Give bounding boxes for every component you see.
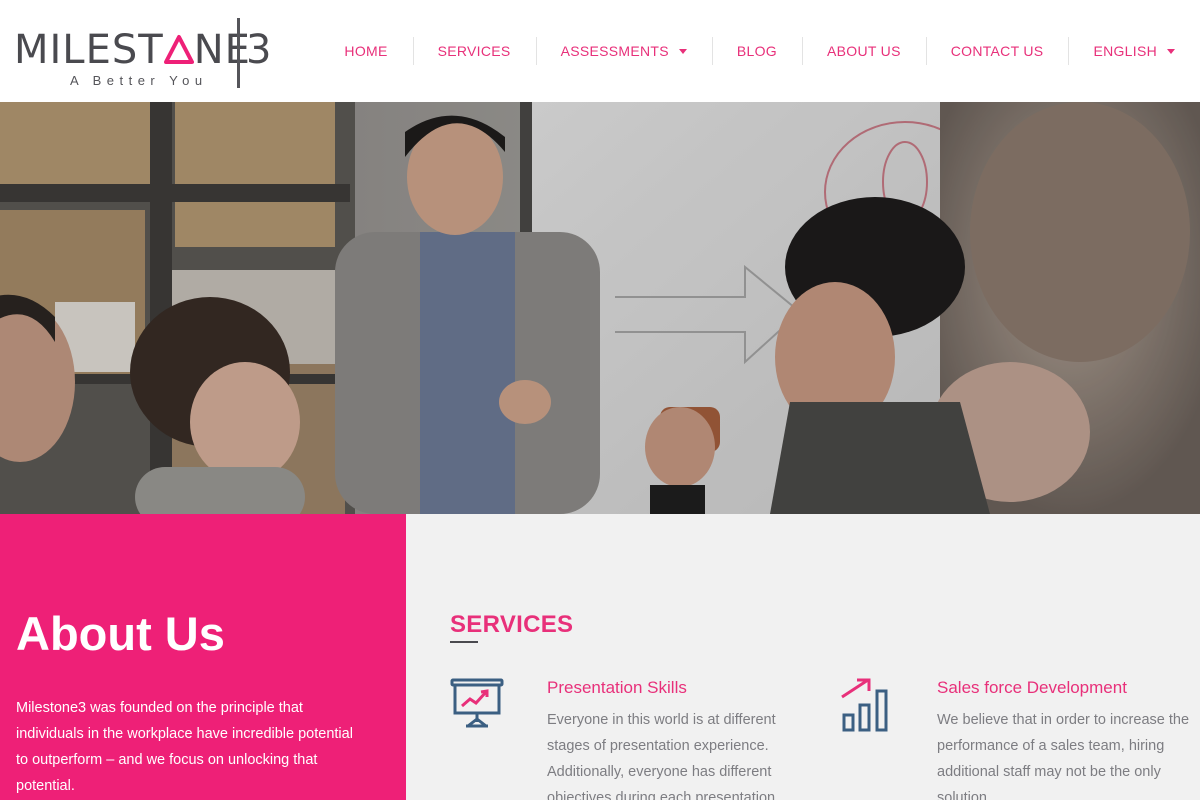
service-card-presentation[interactable]: Presentation Skills Everyone in this wor… [450,677,830,800]
nav-item-home[interactable]: HOME [319,39,412,63]
chevron-down-icon [1167,48,1175,54]
brand-logo[interactable]: MILEST NE 3 A Better You [14,16,276,92]
service-card-sales-force[interactable]: Sales force Development We believe that … [840,677,1200,800]
title-underline [450,641,478,643]
nav-item-services[interactable]: SERVICES [412,37,536,65]
main-nav: HOME SERVICES ASSESSMENTS BLOG ABOUT US … [319,0,1200,102]
logo-triangle-icon [163,30,194,70]
nav-item-about-us[interactable]: ABOUT US [802,37,926,65]
about-description: Milestone3 was founded on the principle … [16,700,353,794]
about-title: About Us [16,607,225,660]
service-description: We believe that in order to increase the… [937,712,1190,800]
nav-item-blog[interactable]: BLOG [711,37,802,65]
hero-image [0,102,1200,514]
office-meeting-illustration [0,102,1200,514]
presentation-board-icon [450,677,506,733]
service-title[interactable]: Presentation Skills [547,678,687,698]
nav-item-contact-us[interactable]: CONTACT US [925,37,1069,65]
service-title[interactable]: Sales force Development [937,678,1127,698]
logo-divider [237,18,240,88]
logo-tagline: A Better You [70,73,208,88]
growth-chart-icon [840,677,896,733]
services-title: SERVICES [450,611,574,638]
chevron-down-icon [678,48,687,54]
service-description: Everyone in this world is at different s… [547,712,780,800]
about-section: About Us Milestone3 was founded on the p… [0,514,406,800]
logo-wordmark: MILEST NE [14,27,251,73]
nav-item-assessments[interactable]: ASSESSMENTS [535,37,712,65]
services-section: SERVICES Presentation Skills Everyone in… [406,514,1200,800]
nav-item-language[interactable]: ENGLISH [1068,37,1200,65]
logo-number: 3 [246,27,272,73]
site-header: MILEST NE 3 A Better You HOME SERVICES AS… [0,0,1200,102]
